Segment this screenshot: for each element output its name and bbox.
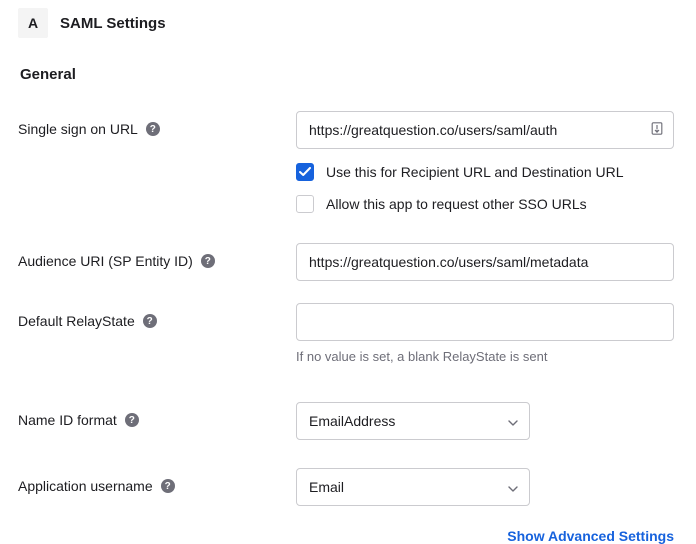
relaystate-helper: If no value is set, a blank RelayState i… [296, 349, 678, 364]
help-icon[interactable]: ? [125, 413, 139, 427]
nameid-input-col: EmailAddress [296, 402, 678, 440]
app-username-label: Application username [18, 478, 153, 494]
sso-url-label: Single sign on URL [18, 121, 138, 137]
sso-url-row: Single sign on URL ? Use this for Recipi… [18, 111, 678, 213]
sso-url-input-col: Use this for Recipient URL and Destinati… [296, 111, 678, 213]
recipient-url-checkbox-row: Use this for Recipient URL and Destinati… [296, 163, 678, 181]
sso-url-input[interactable] [296, 111, 674, 149]
show-advanced-settings-link[interactable]: Show Advanced Settings [18, 528, 678, 544]
relaystate-label: Default RelayState [18, 313, 135, 329]
audience-uri-input[interactable] [296, 243, 674, 281]
app-username-label-col: Application username ? [18, 468, 296, 494]
saml-settings-header: A SAML Settings [18, 8, 678, 38]
relaystate-input[interactable] [296, 303, 674, 341]
nameid-select-value: EmailAddress [309, 413, 395, 429]
help-icon[interactable]: ? [143, 314, 157, 328]
allow-other-sso-checkbox-row: Allow this app to request other SSO URLs [296, 195, 678, 213]
audience-uri-label: Audience URI (SP Entity ID) [18, 253, 193, 269]
allow-other-sso-checkbox-label: Allow this app to request other SSO URLs [326, 196, 587, 212]
audience-uri-label-col: Audience URI (SP Entity ID) ? [18, 243, 296, 269]
nameid-label-col: Name ID format ? [18, 402, 296, 428]
recipient-url-checkbox[interactable] [296, 163, 314, 181]
section-title: SAML Settings [60, 15, 166, 32]
variable-icon[interactable] [650, 122, 664, 139]
help-icon[interactable]: ? [146, 122, 160, 136]
help-icon[interactable]: ? [201, 254, 215, 268]
app-username-input-col: Email [296, 468, 678, 506]
app-username-select[interactable]: Email [296, 468, 530, 506]
app-username-select-value: Email [309, 479, 344, 495]
relaystate-label-col: Default RelayState ? [18, 303, 296, 329]
relaystate-input-col: If no value is set, a blank RelayState i… [296, 303, 678, 364]
section-badge: A [18, 8, 48, 38]
nameid-select[interactable]: EmailAddress [296, 402, 530, 440]
nameid-row: Name ID format ? EmailAddress [18, 402, 678, 440]
relaystate-row: Default RelayState ? If no value is set,… [18, 303, 678, 364]
allow-other-sso-checkbox[interactable] [296, 195, 314, 213]
general-heading: General [20, 66, 678, 83]
audience-uri-row: Audience URI (SP Entity ID) ? [18, 243, 678, 281]
sso-url-label-col: Single sign on URL ? [18, 111, 296, 137]
app-username-row: Application username ? Email [18, 468, 678, 506]
help-icon[interactable]: ? [161, 479, 175, 493]
audience-uri-input-col [296, 243, 678, 281]
recipient-url-checkbox-label: Use this for Recipient URL and Destinati… [326, 164, 624, 180]
nameid-label: Name ID format [18, 412, 117, 428]
